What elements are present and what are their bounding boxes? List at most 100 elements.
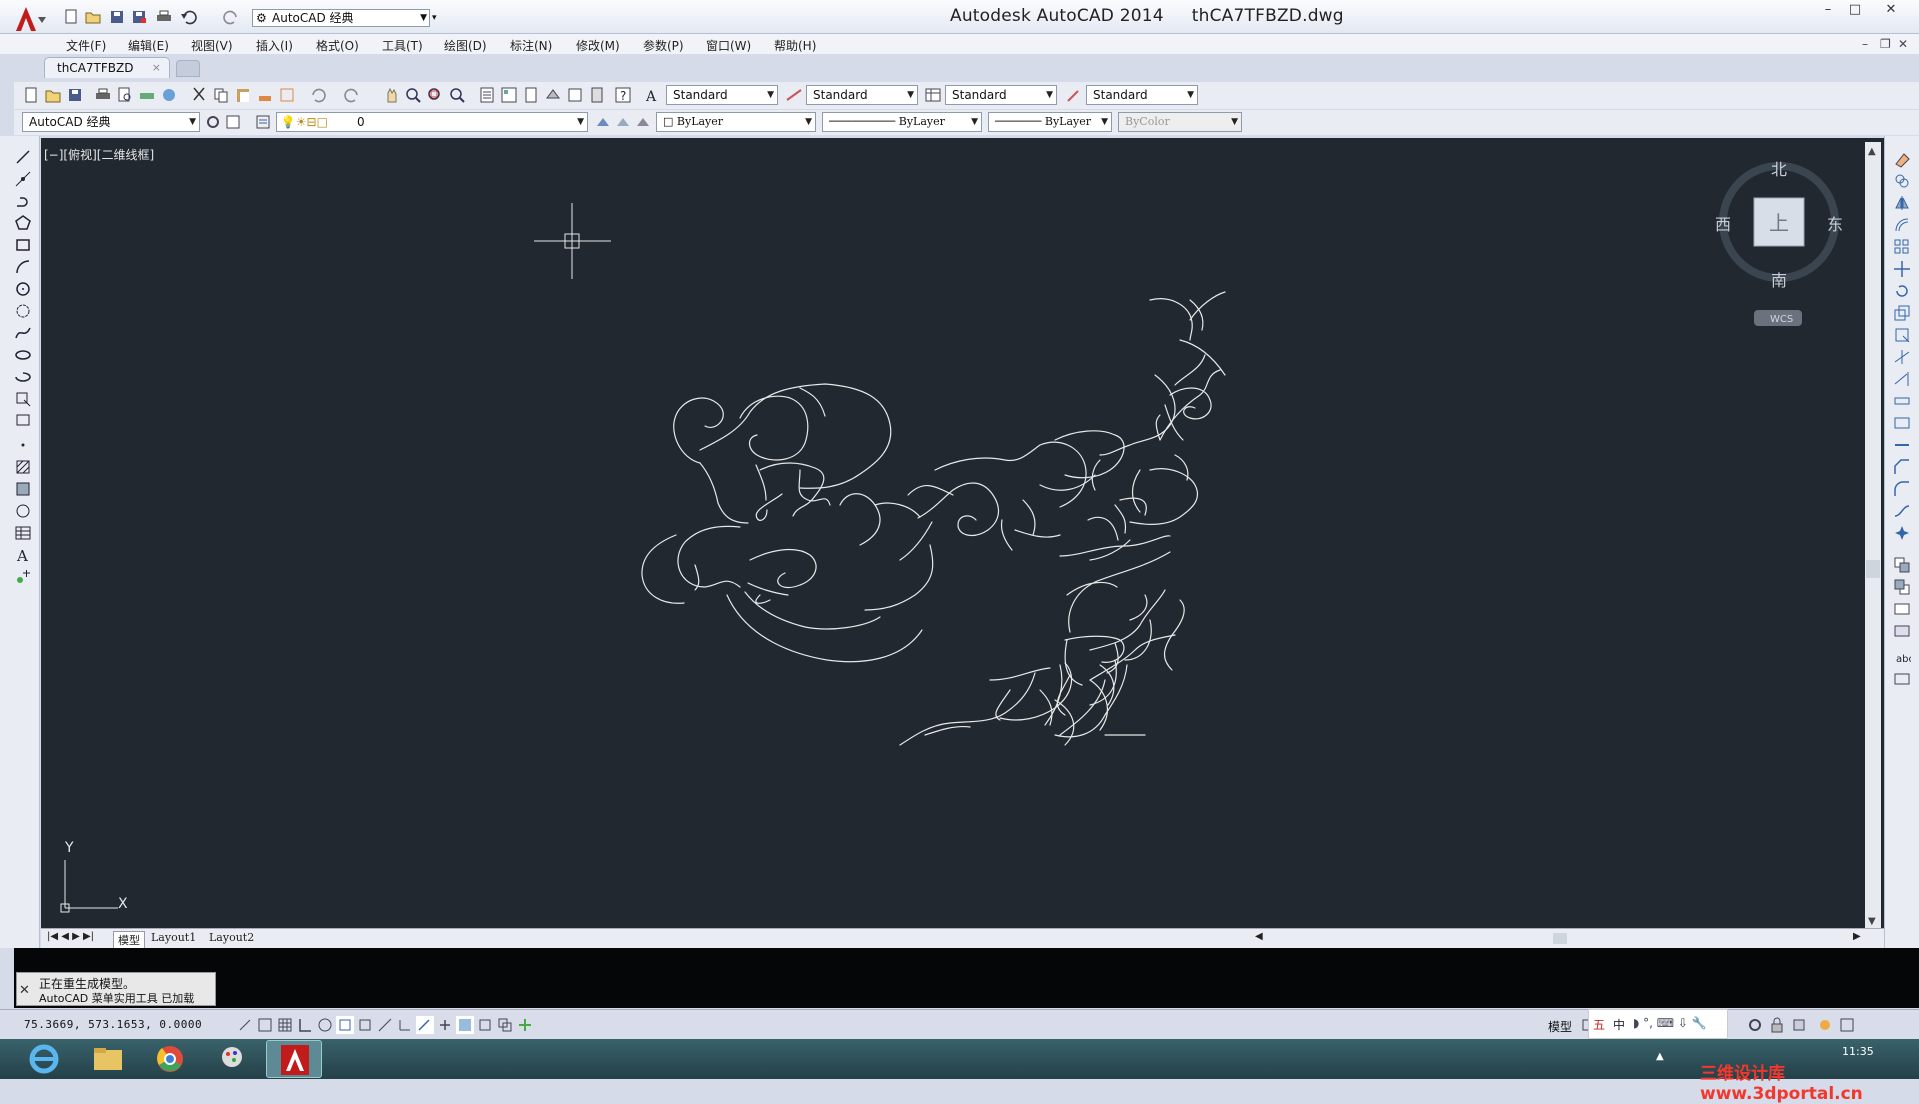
save-icon[interactable]	[108, 9, 126, 25]
explode-icon[interactable]	[1893, 524, 1911, 542]
workspace-settings-icon[interactable]	[204, 113, 222, 131]
save-icon[interactable]	[66, 86, 84, 104]
multiline-text-icon[interactable]: A	[14, 546, 32, 565]
new-file-icon[interactable]	[62, 9, 80, 25]
ime-language-label[interactable]: 中	[1613, 1016, 1625, 1033]
tab-layout2[interactable]: Layout2	[209, 931, 254, 944]
plotstyle-dropdown[interactable]: ByColor ▼	[1118, 112, 1242, 132]
chamfer-icon[interactable]	[1893, 458, 1911, 476]
menu-file[interactable]: 文件(F)	[66, 37, 106, 54]
block-editor-icon[interactable]	[278, 86, 296, 104]
file-explorer-icon[interactable]	[80, 1040, 136, 1078]
hatch-icon[interactable]	[14, 458, 32, 476]
dim-style-icon[interactable]	[785, 86, 803, 104]
isolate-objects-icon[interactable]	[1816, 1016, 1834, 1034]
ellipse-icon[interactable]	[14, 346, 32, 364]
help-icon[interactable]: ?	[614, 86, 632, 104]
model-space-toggle[interactable]: 模型	[1548, 1018, 1572, 1035]
revcloud-icon[interactable]	[14, 302, 32, 320]
join-icon[interactable]	[1893, 436, 1911, 454]
draworder-back-icon[interactable]	[1893, 578, 1911, 596]
markup-icon[interactable]	[566, 86, 584, 104]
polygon-icon[interactable]	[14, 214, 32, 232]
cut-icon[interactable]	[190, 86, 208, 104]
menu-insert[interactable]: 插入(I)	[256, 37, 293, 54]
qnew-icon[interactable]	[22, 86, 40, 104]
workspace-switching-icon[interactable]	[1746, 1016, 1764, 1034]
annotation-monitor-icon[interactable]	[516, 1016, 534, 1034]
break-at-point-icon[interactable]	[1893, 392, 1911, 410]
color-dropdown[interactable]: □ ByLayer ▼	[656, 112, 816, 132]
ellipse-arc-icon[interactable]	[14, 368, 32, 386]
tray-clock[interactable]: 11:35	[1842, 1045, 1874, 1058]
tab-nav-arrows[interactable]: |◀ ◀ ▶ ▶|	[47, 931, 94, 942]
region-icon[interactable]	[14, 502, 32, 520]
offset-icon[interactable]	[1893, 216, 1911, 234]
add-selected-icon[interactable]	[14, 568, 32, 586]
design-center-icon[interactable]	[500, 86, 518, 104]
selection-cycling-icon[interactable]	[496, 1016, 514, 1034]
quick-properties-icon[interactable]	[476, 1016, 494, 1034]
zoom-realtime-icon[interactable]	[404, 86, 422, 104]
scroll-left-arrow[interactable]: ◀	[1255, 931, 1263, 942]
line-icon[interactable]	[14, 148, 32, 166]
circle-icon[interactable]	[14, 280, 32, 298]
close-window-button[interactable]: ✕	[1878, 2, 1904, 18]
chrome-icon[interactable]	[142, 1040, 198, 1078]
open-icon[interactable]	[44, 86, 62, 104]
construction-line-icon[interactable]	[14, 170, 32, 188]
layer-state-icon[interactable]	[634, 113, 652, 131]
copy-object-icon[interactable]	[1893, 172, 1911, 190]
layer-dropdown[interactable]: 💡☀⊟□ 0 ▼	[276, 112, 588, 132]
3d-object-snap-icon[interactable]	[356, 1016, 374, 1034]
menu-modify[interactable]: 修改(M)	[576, 37, 620, 54]
tab-layout1[interactable]: Layout1	[151, 931, 196, 944]
mirror-icon[interactable]	[1893, 194, 1911, 212]
menu-dimension[interactable]: 标注(N)	[510, 37, 552, 54]
open-file-icon[interactable]	[84, 9, 102, 25]
insert-block-icon[interactable]	[14, 390, 32, 408]
internet-explorer-icon[interactable]	[16, 1040, 72, 1078]
grid-display-icon[interactable]	[276, 1016, 294, 1034]
layer-previous-icon[interactable]	[614, 113, 632, 131]
menu-edit[interactable]: 编辑(E)	[128, 37, 169, 54]
draworder-under-icon[interactable]	[1893, 622, 1911, 640]
quickcalc-icon[interactable]	[588, 86, 606, 104]
move-icon[interactable]	[1893, 260, 1911, 278]
layer-properties-icon[interactable]	[254, 113, 272, 131]
menu-view[interactable]: 视图(V)	[191, 37, 233, 54]
undo-icon[interactable]	[180, 9, 198, 25]
linetype-dropdown[interactable]: ────────── ByLayer ▼	[822, 112, 982, 132]
menu-tools[interactable]: 工具(T)	[382, 37, 423, 54]
text-front-icon[interactable]: abc	[1893, 648, 1914, 666]
viewport-controls-label[interactable]: [−][俯视][二维线框]	[44, 146, 154, 163]
command-history[interactable]: ✕ 正在重生成模型。 AutoCAD 菜单实用工具 已加载	[16, 972, 216, 1006]
horizontal-scroll-thumb[interactable]	[1553, 933, 1567, 944]
autocad-logo-icon[interactable]	[12, 5, 48, 33]
scale-icon[interactable]	[1893, 304, 1911, 322]
tool-palettes-icon[interactable]	[522, 86, 540, 104]
new-tab-button[interactable]	[176, 60, 200, 77]
menu-format[interactable]: 格式(O)	[316, 37, 359, 54]
minimize-button[interactable]: –	[1815, 2, 1841, 18]
hardware-acceleration-icon[interactable]	[1790, 1016, 1808, 1034]
drawing-canvas[interactable]	[41, 138, 1884, 928]
lineweight-dropdown[interactable]: ─────── ByLayer ▼	[988, 112, 1112, 132]
multileader-style-icon[interactable]	[1065, 86, 1083, 104]
copy-icon[interactable]	[212, 86, 230, 104]
file-tab[interactable]: thCA7TFBZD ×	[44, 57, 170, 78]
table-style-dropdown[interactable]: Standard ▼	[945, 85, 1057, 105]
trim-icon[interactable]	[1893, 348, 1911, 366]
3d-dwf-icon[interactable]	[160, 86, 178, 104]
close-tab-icon[interactable]: ×	[152, 61, 161, 74]
redo-icon[interactable]	[222, 9, 240, 25]
lock-ui-icon[interactable]	[1768, 1016, 1786, 1034]
properties-icon[interactable]	[478, 86, 496, 104]
extend-icon[interactable]	[1893, 370, 1911, 388]
ime-tools-icon[interactable]: ◗ °, ⌨ ⇩ 🔧	[1633, 1016, 1707, 1030]
allow-dynamic-ucs-icon[interactable]	[396, 1016, 414, 1034]
infer-constraints-icon[interactable]	[236, 1016, 254, 1034]
paste-icon[interactable]	[234, 86, 252, 104]
undo-icon[interactable]	[308, 86, 326, 104]
workspace-dropdown[interactable]: ⚙ AutoCAD 经典 ▼	[252, 9, 430, 27]
